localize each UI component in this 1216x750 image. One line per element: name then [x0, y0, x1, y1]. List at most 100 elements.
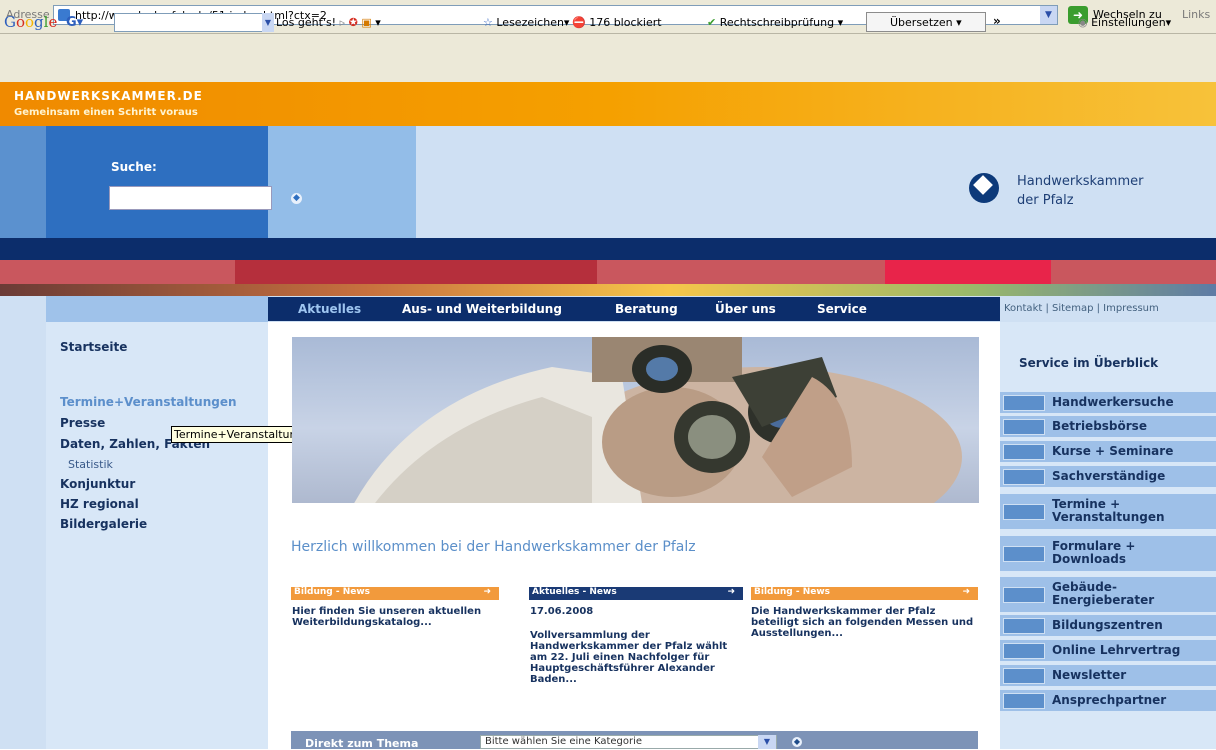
service-label: Online Lehrvertrag — [1052, 643, 1181, 657]
nav-left-panel — [46, 296, 268, 322]
google-search-label: Los geht's! — [276, 16, 337, 29]
contract-icon — [1003, 643, 1045, 659]
news-header-bildung[interactable]: Bildung - News ➜ — [291, 587, 499, 600]
service-label: Newsletter — [1052, 668, 1127, 682]
nav-aktuelles[interactable]: Aktuelles — [298, 302, 361, 316]
top-links[interactable]: Kontakt | Sitemap | Impressum — [1004, 303, 1159, 314]
news-label: Aktuelles - News — [532, 587, 617, 597]
popup-blocker-button[interactable]: ⛔ 176 blockiert — [572, 16, 662, 29]
service-label: Formulare + Downloads — [1052, 540, 1135, 566]
nav-beratung[interactable]: Beratung — [615, 302, 678, 316]
category-select[interactable]: Bitte wählen Sie eine Kategorie — [480, 735, 777, 749]
color-strip — [0, 126, 46, 238]
organization-name: Handwerkskammer — [1017, 174, 1144, 189]
topic-go-button[interactable]: ◆ — [792, 737, 802, 747]
service-label: Bildungszentren — [1052, 618, 1163, 632]
blocked-count: 176 blockiert — [589, 16, 662, 29]
news-date: 17.06.2008 — [530, 606, 594, 617]
service-item-handwerkersuche[interactable]: Handwerkersuche — [1000, 392, 1216, 414]
news-text-2[interactable]: Vollversammlung der Handwerkskammer der … — [530, 630, 740, 685]
exchange-icon — [1003, 419, 1045, 435]
chevron-down-icon[interactable]: ▼ — [758, 735, 776, 749]
brand-title[interactable]: HANDWERKSKAMMER.DE — [14, 89, 203, 103]
decorative-line — [0, 284, 1216, 296]
sidebar-item-konjunktur[interactable]: Konjunktur — [60, 477, 135, 491]
service-item-sachverstaendige[interactable]: Sachverständige — [1000, 466, 1216, 488]
contact-icon — [1003, 693, 1045, 709]
sidebar-item-statistik[interactable]: Statistik — [68, 458, 113, 471]
arrow-right-icon[interactable]: ➜ — [483, 587, 491, 597]
forms-icon — [1003, 546, 1045, 562]
translate-label: Übersetzen ▾ — [890, 16, 962, 29]
calendar-icon — [1003, 504, 1045, 520]
service-label: Betriebsbörse — [1052, 419, 1147, 433]
news-label: Bildung - News — [294, 587, 371, 597]
sidebar-item-termine[interactable]: Termine+Veranstaltungen — [60, 395, 237, 409]
people-icon — [1003, 444, 1045, 460]
service-label: Termine + Veranstaltungen — [1052, 498, 1165, 524]
service-item-formulare[interactable]: Formulare + Downloads — [1000, 536, 1216, 572]
binoculars-photo — [354, 337, 962, 503]
gear-icon: ◉ — [1078, 16, 1088, 29]
bookmarks-button[interactable]: ☆ Lesezeichen▾ — [483, 16, 569, 29]
info-icon — [1003, 668, 1045, 684]
news-label: Bildung - News — [754, 587, 831, 597]
service-item-lehrvertrag[interactable]: Online Lehrvertrag — [1000, 640, 1216, 662]
spellcheck-button[interactable]: ✔ Rechtschreibprüfung ▾ — [707, 16, 843, 29]
left-strip — [0, 322, 46, 749]
service-item-ansprechpartner[interactable]: Ansprechpartner — [1000, 690, 1216, 712]
translate-button[interactable]: Übersetzen ▾ — [890, 16, 962, 29]
news-text-1[interactable]: Hier finden Sie unseren aktuellen Weiter… — [292, 606, 492, 628]
service-item-termine[interactable]: Termine + Veranstaltungen — [1000, 494, 1216, 530]
color-strip — [268, 126, 416, 238]
service-label-line2: Downloads — [1052, 552, 1127, 566]
links-button[interactable]: Links — [1182, 8, 1210, 21]
sidebar-item-hz-regional[interactable]: HZ regional — [60, 497, 139, 511]
service-item-bildungszentren[interactable]: Bildungszentren — [1000, 615, 1216, 637]
news-header-aktuelles[interactable]: Aktuelles - News ➜ — [529, 587, 743, 600]
google-toolbar — [0, 34, 1216, 82]
service-item-energieberater[interactable]: Gebäude- Energieberater — [1000, 577, 1216, 613]
sidebar-item-bildergalerie[interactable]: Bildergalerie — [60, 517, 147, 531]
service-label-line2: Energieberater — [1052, 593, 1155, 607]
sidebar-item-startseite[interactable]: Startseite — [60, 340, 127, 354]
nav-aus-weiterbildung[interactable]: Aus- und Weiterbildung — [402, 302, 562, 316]
service-label-line1: Termine + — [1052, 497, 1121, 511]
toolbar-more-button[interactable]: » — [993, 14, 1001, 28]
google-search-input[interactable] — [114, 13, 272, 32]
building-icon — [1003, 587, 1045, 603]
arrow-right-icon[interactable]: ➜ — [727, 587, 735, 597]
chevron-down-icon[interactable]: ▼ — [1040, 6, 1057, 24]
organization-name-line2: der Pfalz — [1017, 193, 1074, 208]
service-label: Sachverständige — [1052, 469, 1166, 483]
search-input[interactable] — [109, 186, 272, 210]
flag-icon: ✪ — [348, 16, 358, 29]
settings-button[interactable]: ◉ Einstellungen▾ — [1078, 16, 1171, 29]
nav-service[interactable]: Service — [817, 302, 867, 316]
service-item-betriebsboerse[interactable]: Betriebsbörse — [1000, 416, 1216, 438]
blog-icon: ▣ — [361, 16, 372, 29]
spellcheck-icon: ✔ — [707, 16, 717, 29]
badge-icon — [1003, 469, 1045, 485]
arrow-right-icon[interactable]: ➜ — [962, 587, 970, 597]
google-search-button[interactable]: Los geht's! ▹ ✪ ▣ ▾ — [276, 16, 381, 29]
decorative-band — [0, 238, 1216, 260]
service-item-kurse[interactable]: Kurse + Seminare — [1000, 441, 1216, 463]
nav-ueber-uns[interactable]: Über uns — [715, 302, 776, 316]
service-label-line1: Formulare + — [1052, 539, 1136, 553]
organization-logo[interactable] — [969, 173, 999, 203]
service-label-line2: Veranstaltungen — [1052, 510, 1165, 524]
star-icon: ☆ — [483, 16, 493, 29]
news-header-bildung-2[interactable]: Bildung - News ➜ — [751, 587, 978, 600]
decorative-stripes — [0, 260, 1216, 284]
service-label: Ansprechpartner — [1052, 693, 1167, 707]
sidebar-item-presse[interactable]: Presse — [60, 416, 105, 430]
chevron-down-icon[interactable]: ▼ — [262, 13, 274, 32]
service-item-newsletter[interactable]: Newsletter — [1000, 665, 1216, 687]
spellcheck-label: Rechtschreibprüfung ▾ — [719, 16, 844, 29]
welcome-heading: Herzlich willkommen bei der Handwerkskam… — [291, 539, 696, 555]
google-g-button[interactable]: G▾ — [66, 15, 83, 30]
news-text-3[interactable]: Die Handwerkskammer der Pfalz beteiligt … — [751, 606, 979, 639]
search-go-button[interactable]: ◆ — [291, 193, 302, 204]
topic-label: Direkt zum Thema — [305, 737, 419, 750]
